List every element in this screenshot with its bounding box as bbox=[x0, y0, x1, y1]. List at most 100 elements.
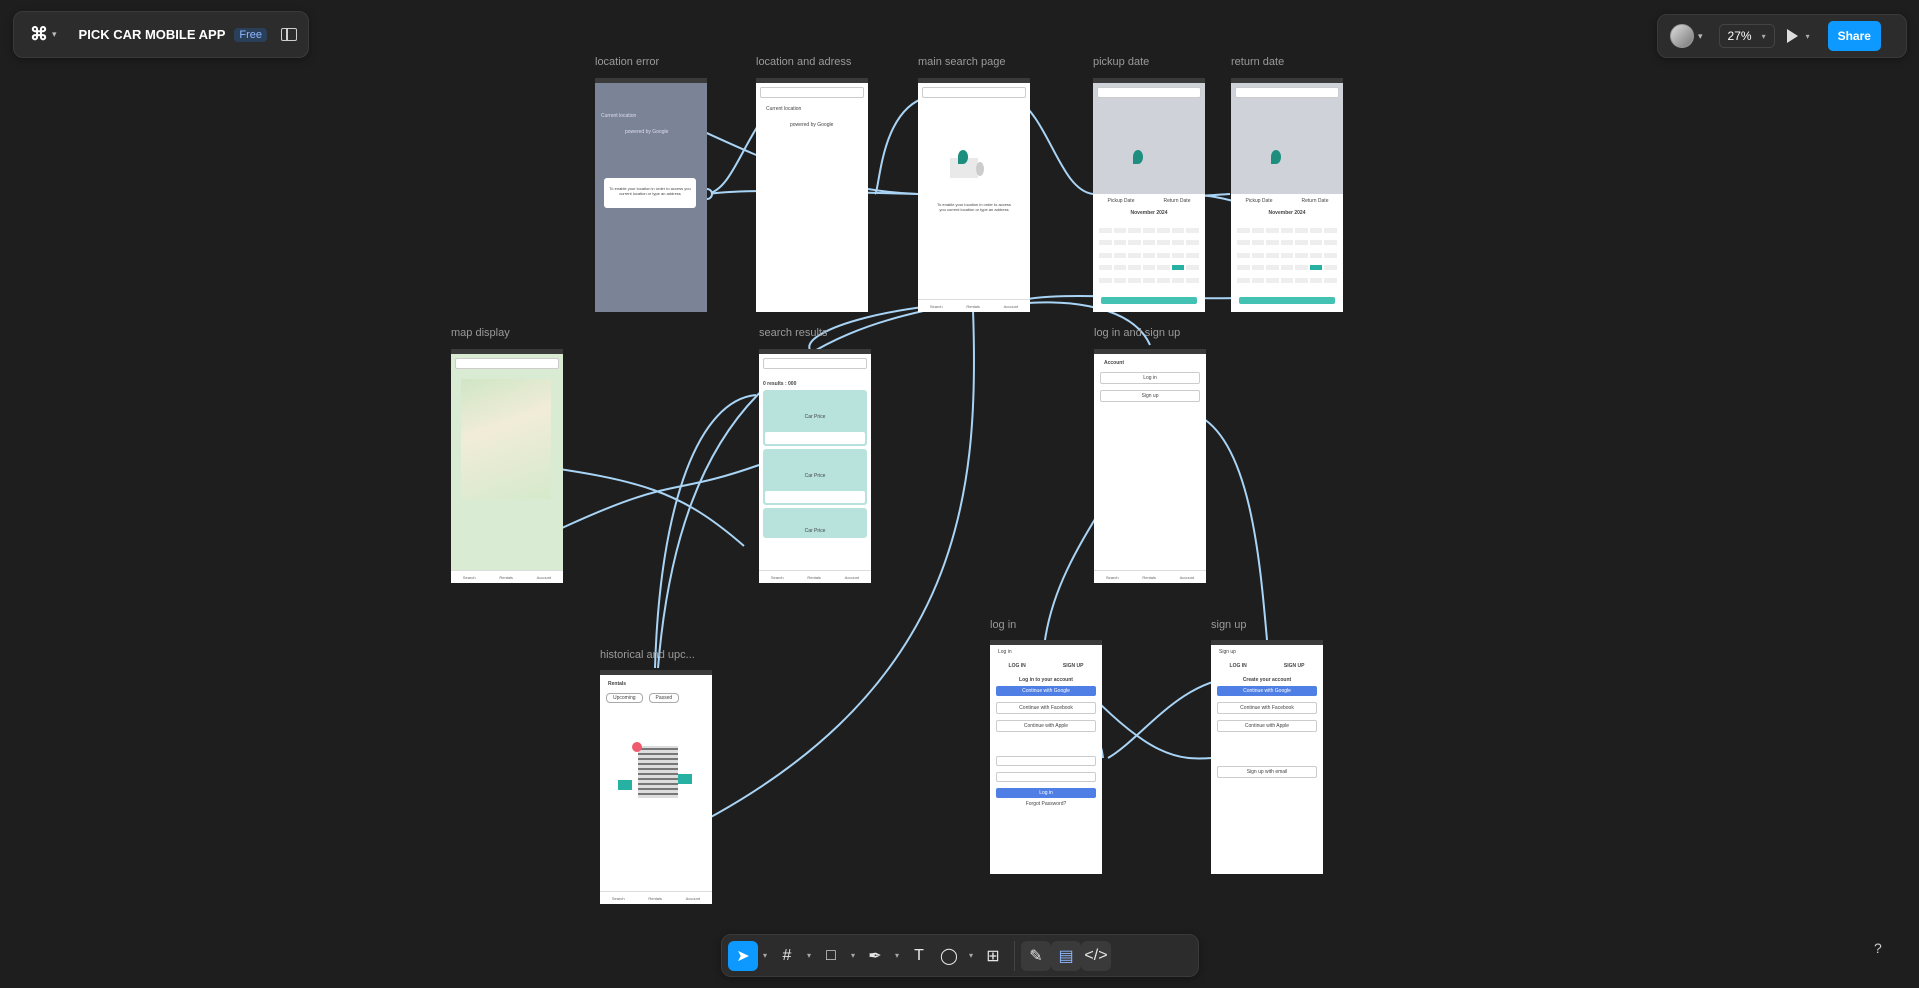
nav-account[interactable]: Account bbox=[1180, 575, 1194, 580]
sign-up-row[interactable]: Sign up bbox=[1100, 390, 1200, 402]
result-card[interactable]: Car Price bbox=[763, 508, 867, 538]
dev-mode-icon[interactable]: </> bbox=[1081, 940, 1111, 971]
nav-rentals[interactable]: Rentals bbox=[966, 304, 980, 309]
building-illustration bbox=[618, 742, 694, 804]
move-tool-icon[interactable]: ➤ bbox=[728, 940, 758, 971]
frame-map-display[interactable]: Search Rentals Account bbox=[451, 349, 563, 583]
car-price: Car Price bbox=[804, 528, 826, 534]
toolbar-divider bbox=[1014, 940, 1015, 971]
apple-button[interactable]: Continue with Apple bbox=[1217, 720, 1317, 732]
draw-mode-icon[interactable]: ✎ bbox=[1021, 940, 1051, 971]
tab-sign-up[interactable]: SIGN UP bbox=[1063, 663, 1084, 669]
nav-search[interactable]: Search bbox=[1106, 575, 1119, 580]
car-price: Car Price bbox=[804, 473, 826, 479]
log-in-row[interactable]: Log in bbox=[1100, 372, 1200, 384]
comment-tool-icon[interactable]: ◯ bbox=[934, 941, 964, 971]
frame-label-sign-up[interactable]: sign up bbox=[1211, 619, 1246, 631]
frame-location-error[interactable]: Current location powered by Google To en… bbox=[595, 78, 707, 312]
map-area[interactable] bbox=[461, 379, 551, 499]
design-mode-icon[interactable]: ▤ bbox=[1051, 940, 1081, 971]
chevron-down-icon[interactable]: ▾ bbox=[890, 951, 904, 960]
pen-tool-icon[interactable]: ✒ bbox=[860, 941, 890, 971]
chevron-down-icon[interactable]: ▾ bbox=[802, 951, 816, 960]
frame-label-pickup-date[interactable]: pickup date bbox=[1093, 56, 1149, 68]
tab-upcoming[interactable]: Upcoming bbox=[606, 693, 643, 703]
calendar-grid[interactable] bbox=[1237, 228, 1337, 288]
create-account-title: Create your account bbox=[1242, 677, 1292, 683]
nav-search[interactable]: Search bbox=[930, 304, 943, 309]
apple-button[interactable]: Continue with Apple bbox=[996, 720, 1096, 732]
email-signup-button[interactable]: Sign up with email bbox=[1217, 766, 1317, 778]
email-field[interactable] bbox=[996, 756, 1096, 766]
facebook-button[interactable]: Continue with Facebook bbox=[1217, 702, 1317, 714]
nav-rentals[interactable]: Rentals bbox=[648, 896, 662, 901]
return-date-tab[interactable]: Return Date bbox=[1302, 198, 1329, 204]
nav-rentals[interactable]: Rentals bbox=[807, 575, 821, 580]
nav-account[interactable]: Account bbox=[1004, 304, 1018, 309]
nav-search[interactable]: Search bbox=[463, 575, 476, 580]
frame-search-results[interactable]: 0 results : 000 Car Price Car Price Car … bbox=[759, 349, 871, 583]
log-in-title: Log in to your account bbox=[1019, 677, 1073, 683]
frame-return-date[interactable]: Pickup Date Return Date November 2024 bbox=[1231, 78, 1343, 312]
frame-historical[interactable]: Rentals Upcoming Passed Search Rentals A… bbox=[600, 670, 712, 904]
powered-text: powered by Google bbox=[790, 122, 834, 128]
frame-location-address[interactable]: Current location powered by Google bbox=[756, 78, 868, 312]
tab-log-in[interactable]: LOG IN bbox=[1009, 663, 1026, 669]
calendar-grid[interactable] bbox=[1099, 228, 1199, 288]
help-button[interactable]: ? bbox=[1874, 940, 1882, 956]
map-person-illustration bbox=[946, 148, 986, 182]
nav-account[interactable]: Account bbox=[537, 575, 551, 580]
enable-location-text: To enable your location in order to acce… bbox=[937, 202, 1011, 212]
text-tool-icon[interactable]: T bbox=[904, 941, 934, 971]
frame-label-log-in[interactable]: log in bbox=[990, 619, 1016, 631]
facebook-button[interactable]: Continue with Facebook bbox=[996, 702, 1096, 714]
tab-sign-up[interactable]: SIGN UP bbox=[1284, 663, 1305, 669]
google-button[interactable]: Continue with Google bbox=[1217, 686, 1317, 696]
car-price: Car Price bbox=[804, 414, 826, 420]
account-title: Account bbox=[1104, 360, 1124, 366]
chevron-down-icon[interactable]: ▾ bbox=[964, 951, 978, 960]
pickup-date-tab[interactable]: Pickup Date bbox=[1108, 198, 1135, 204]
frame-tool-icon[interactable]: # bbox=[772, 941, 802, 971]
forgot-password-link[interactable]: Forgot Password? bbox=[990, 801, 1102, 807]
google-button[interactable]: Continue with Google bbox=[996, 686, 1096, 696]
frame-label-location-address[interactable]: location and adress bbox=[756, 56, 851, 68]
frame-pickup-date[interactable]: Pickup Date Return Date November 2024 bbox=[1093, 78, 1205, 312]
nav-account[interactable]: Account bbox=[686, 896, 700, 901]
return-date-tab[interactable]: Return Date bbox=[1164, 198, 1191, 204]
chevron-down-icon[interactable]: ▾ bbox=[846, 951, 860, 960]
rectangle-tool-icon[interactable]: □ bbox=[816, 941, 846, 971]
frame-sign-up[interactable]: Sign up LOG IN SIGN UP Create your accou… bbox=[1211, 640, 1323, 874]
result-card[interactable]: Car Price bbox=[763, 390, 867, 446]
frame-login-signup[interactable]: Account Log in Sign up Search Rentals Ac… bbox=[1094, 349, 1206, 583]
actions-tool-icon[interactable]: ⊞ bbox=[978, 941, 1008, 971]
rentals-title: Rentals bbox=[608, 681, 627, 687]
frame-main-search[interactable]: To enable your location in order to acce… bbox=[918, 78, 1030, 312]
nav-account[interactable]: Account bbox=[845, 575, 859, 580]
confirm-button[interactable] bbox=[1239, 297, 1335, 304]
frame-label-historical[interactable]: historical and upc... bbox=[600, 649, 695, 661]
result-card[interactable]: Car Price bbox=[763, 449, 867, 505]
nav-search[interactable]: Search bbox=[771, 575, 784, 580]
nav-search[interactable]: Search bbox=[612, 896, 625, 901]
frame-label-location-error[interactable]: location error bbox=[595, 56, 659, 68]
chevron-down-icon[interactable]: ▾ bbox=[758, 951, 772, 960]
log-in-button[interactable]: Log in bbox=[996, 788, 1096, 798]
frame-label-map-display[interactable]: map display bbox=[451, 327, 510, 339]
calendar-month: November 2024 bbox=[1130, 210, 1168, 216]
confirm-button[interactable] bbox=[1101, 297, 1197, 304]
frame-label-search-results[interactable]: search results bbox=[759, 327, 827, 339]
bottom-nav: Search Rentals Account bbox=[759, 570, 871, 583]
frame-label-login-signup[interactable]: log in and sign up bbox=[1094, 327, 1180, 339]
frame-log-in[interactable]: Log in LOG IN SIGN UP Log in to your acc… bbox=[990, 640, 1102, 874]
frame-label-main-search[interactable]: main search page bbox=[918, 56, 1005, 68]
pickup-date-tab[interactable]: Pickup Date bbox=[1246, 198, 1273, 204]
password-field[interactable] bbox=[996, 772, 1096, 782]
tab-log-in[interactable]: LOG IN bbox=[1230, 663, 1247, 669]
frame-label-return-date[interactable]: return date bbox=[1231, 56, 1284, 68]
tab-passed[interactable]: Passed bbox=[648, 693, 680, 703]
nav-rentals[interactable]: Rentals bbox=[1142, 575, 1156, 580]
current-location-text: Current location bbox=[766, 106, 802, 112]
log-in-header: Log in bbox=[998, 649, 1012, 655]
nav-rentals[interactable]: Rentals bbox=[499, 575, 513, 580]
